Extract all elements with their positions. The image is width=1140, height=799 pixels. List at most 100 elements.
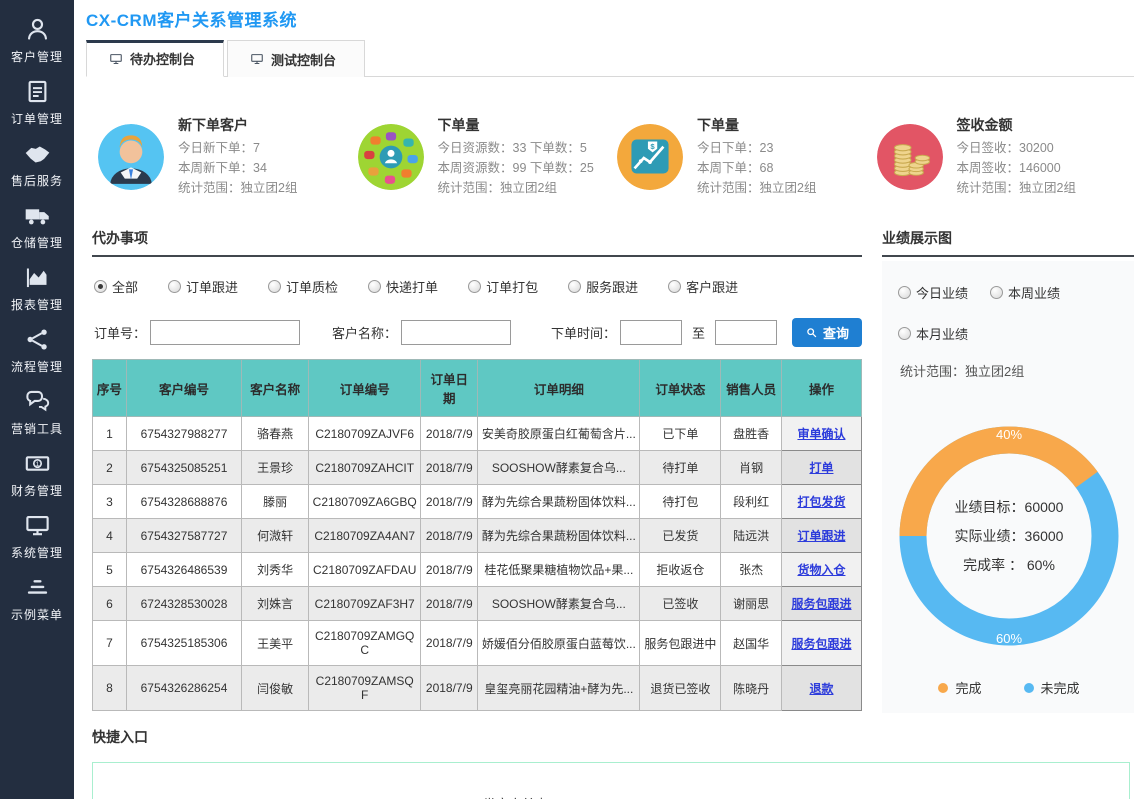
monitor-icon (24, 512, 51, 539)
todo-filter-option-3[interactable]: 订单质检 (268, 277, 338, 296)
time-to-input[interactable] (715, 320, 777, 345)
cell-order-status: 待打包 (640, 485, 721, 519)
sidebar: 客户管理订单管理售后服务仓储管理报表管理流程管理营销工具 1财务管理系统管理示例菜… (0, 0, 74, 799)
todo-filter-option-6[interactable]: 服务跟进 (568, 277, 638, 296)
row-action-link[interactable]: 打包发货 (797, 495, 845, 509)
list-icon (24, 574, 51, 601)
chart-icon (24, 264, 51, 291)
todo-filter-option-1[interactable]: 全部 (94, 277, 138, 296)
sidebar-item-chart[interactable]: 报表管理 (0, 264, 74, 313)
cell-customer-name: 王景珍 (242, 451, 309, 485)
customer-name-input[interactable] (401, 320, 511, 345)
stat-card-2: 下单量今日资源数：33 下单数：5本周资源数：99 下单数：25统计范围：独立团… (352, 115, 612, 198)
cell-order-no: C2180709ZAHCIT (309, 451, 421, 485)
avatar-user-icon (98, 124, 164, 190)
monitor-icon (250, 52, 264, 66)
quick-link-4[interactable]: FF类客户单查询 (450, 794, 558, 799)
sidebar-item-handshake[interactable]: 售后服务 (0, 140, 74, 189)
radio-icon (898, 327, 911, 340)
cell-order-status: 服务包跟进中 (640, 621, 721, 666)
order-search-form: 订单号： 客户名称： 下单时间： 至 查询 (94, 318, 862, 347)
todo-filter-option-label: 快递打单 (386, 277, 438, 296)
performance-filter-option-3[interactable]: 本月业绩 (898, 324, 968, 343)
stat-card-title: 下单量 (438, 115, 594, 135)
radio-icon (668, 280, 681, 293)
sidebar-item-label: 售后服务 (11, 172, 63, 189)
cell-action: 货物入仓 (781, 553, 861, 587)
cell-salesperson: 陈晓丹 (721, 666, 782, 711)
row-action-link[interactable]: 审单确认 (797, 427, 845, 441)
todo-filter-option-5[interactable]: 订单打包 (468, 277, 538, 296)
todo-filter-option-2[interactable]: 订单跟进 (168, 277, 238, 296)
cell-customer-no: 6754327587727 (126, 519, 241, 553)
search-icon (805, 326, 818, 339)
cell-order-date: 2018/7/9 (421, 417, 478, 451)
todo-filter-option-label: 服务跟进 (586, 277, 638, 296)
stat-card-line: 今日下单：23 (697, 138, 816, 158)
radio-icon (990, 286, 1003, 299)
performance-filter-option-1[interactable]: 今日业绩 (898, 283, 968, 302)
table-header-row: 序号客户编号客户名称订单编号订单日期订单明细订单状态销售人员操作 (93, 360, 862, 417)
sidebar-item-list[interactable]: 示例菜单 (0, 574, 74, 623)
tab-2[interactable]: 测试控制台 (227, 40, 365, 77)
order-time-label: 下单时间： (551, 323, 616, 342)
row-action-link[interactable]: 服务包跟进 (791, 597, 851, 611)
performance-donut-chart: 40% 60% 业绩目标：60000实际业绩：36000完成率 ： 60% (893, 420, 1125, 652)
row-action-link[interactable]: 订单跟进 (797, 529, 845, 543)
share-icon (24, 326, 51, 353)
sidebar-item-label: 营销工具 (11, 420, 63, 437)
sidebar-item-label: 流程管理 (11, 358, 63, 375)
todo-filter-option-7[interactable]: 客户跟进 (668, 277, 738, 296)
user-icon (24, 16, 51, 43)
cell-customer-name: 王美平 (242, 621, 309, 666)
time-from-input[interactable] (620, 320, 682, 345)
sidebar-item-money[interactable]: 1财务管理 (0, 450, 74, 499)
sidebar-item-truck[interactable]: 仓储管理 (0, 202, 74, 251)
cell-order-status: 已下单 (640, 417, 721, 451)
sidebar-item-order[interactable]: 订单管理 (0, 78, 74, 127)
search-button-label: 查询 (823, 323, 849, 342)
sidebar-item-label: 财务管理 (11, 482, 63, 499)
table-row: 56754326486539刘秀华C2180709ZAFDAU2018/7/9桂… (93, 553, 862, 587)
sidebar-item-user[interactable]: 客户管理 (0, 16, 74, 65)
sidebar-item-monitor[interactable]: 系统管理 (0, 512, 74, 561)
stat-card-line: 本周新下单：34 (178, 158, 297, 178)
performance-section: 业绩展示图 今日业绩本周业绩本月业绩 统计范围：独立团2组 40% 60% 业绩… (882, 228, 1134, 713)
row-action-link[interactable]: 货物入仓 (797, 563, 845, 577)
cell-order-date: 2018/7/9 (421, 666, 478, 711)
todo-filter-group: 全部 订单跟进 订单质检 快递打单 订单打包 服务跟进 客户跟进 (94, 277, 862, 296)
stat-card-text: 下单量今日下单：23本周下单：68统计范围：独立团2组 (697, 115, 816, 198)
cell-order-status: 退货已签收 (640, 666, 721, 711)
cell-action: 退款 (781, 666, 861, 711)
customer-name-label: 客户名称： (332, 323, 397, 342)
stat-card-title: 签收金额 (957, 115, 1076, 135)
sidebar-item-share[interactable]: 流程管理 (0, 326, 74, 375)
radio-icon (168, 280, 181, 293)
tab-label: 测试控制台 (271, 50, 336, 69)
tab-1[interactable]: 待办控制台 (86, 40, 224, 77)
cell-action: 审单确认 (781, 417, 861, 451)
todo-filter-option-label: 订单跟进 (186, 277, 238, 296)
todo-filter-option-label: 订单打包 (486, 277, 538, 296)
table-row: 46754327587727何溦轩C2180709ZA4AN72018/7/9酵… (93, 519, 862, 553)
donut-center-line: 实际业绩：36000 (955, 526, 1064, 546)
stat-card-title: 新下单客户 (178, 115, 297, 135)
performance-filter-option-2[interactable]: 本周业绩 (990, 283, 1060, 302)
row-action-link[interactable]: 服务包跟进 (791, 637, 851, 651)
legend-dot-icon (938, 683, 948, 693)
row-action-link[interactable]: 退款 (809, 682, 833, 696)
performance-panel: 今日业绩本周业绩本月业绩 统计范围：独立团2组 40% 60% 业绩目标：600… (882, 261, 1134, 713)
row-action-link[interactable]: 打单 (809, 461, 833, 475)
sidebar-item-chat[interactable]: 营销工具 (0, 388, 74, 437)
column-header-order-no: 订单编号 (309, 360, 421, 417)
quick-entry-box: 订单取消Q服务包配置售后联络单FF类客户单查询客户回访¥订单金额修改发货订单跟进… (92, 762, 1130, 799)
search-button[interactable]: 查询 (792, 318, 862, 347)
stat-card-line: 今日签收：30200 (957, 138, 1076, 158)
network-people-icon (358, 124, 424, 190)
todo-filter-option-4[interactable]: 快递打单 (368, 277, 438, 296)
cell-order-no: C2180709ZA6GBQ (309, 485, 421, 519)
table-row: 76754325185306王美平C2180709ZAMGQC2018/7/9娇… (93, 621, 862, 666)
order-no-input[interactable] (150, 320, 300, 345)
cell-seq: 5 (93, 553, 127, 587)
chat-icon (24, 388, 51, 415)
